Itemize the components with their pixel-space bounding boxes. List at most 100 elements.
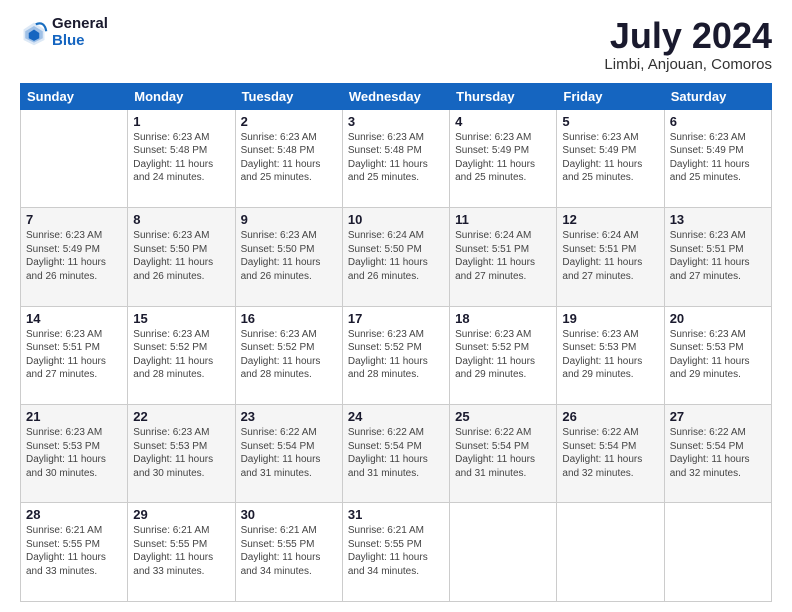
calendar-cell: 10Sunrise: 6:24 AM Sunset: 5:50 PM Dayli… bbox=[342, 208, 449, 306]
calendar-cell: 20Sunrise: 6:23 AM Sunset: 5:53 PM Dayli… bbox=[664, 306, 771, 404]
day-info: Sunrise: 6:23 AM Sunset: 5:51 PM Dayligh… bbox=[26, 328, 122, 382]
day-number: 15 bbox=[133, 311, 229, 326]
day-number: 5 bbox=[562, 114, 658, 129]
day-info: Sunrise: 6:24 AM Sunset: 5:50 PM Dayligh… bbox=[348, 229, 444, 283]
col-header-saturday: Saturday bbox=[664, 83, 771, 109]
calendar-cell: 6Sunrise: 6:23 AM Sunset: 5:49 PM Daylig… bbox=[664, 109, 771, 207]
day-number: 8 bbox=[133, 212, 229, 227]
calendar-cell: 24 Sunrise: 6:22 AM Sunset: 5:54 PM Dayli… bbox=[342, 405, 449, 503]
day-info: Sunrise: 6:23 AM Sunset: 5:53 PM Dayligh… bbox=[562, 328, 658, 382]
col-header-monday: Monday bbox=[128, 83, 235, 109]
calendar-cell: 8 Sunrise: 6:23 AM Sunset: 5:50 PM Daylig… bbox=[128, 208, 235, 306]
day-number: 19 bbox=[562, 311, 658, 326]
logo-general: General bbox=[52, 16, 108, 33]
day-number: 13 bbox=[670, 212, 766, 227]
day-number: 4 bbox=[455, 114, 551, 129]
calendar-cell bbox=[450, 503, 557, 602]
day-info: Sunrise: 6:23 AM Sunset: 5:48 PM Dayligh… bbox=[348, 131, 444, 185]
day-number: 3 bbox=[348, 114, 444, 129]
day-number: 17 bbox=[348, 311, 444, 326]
col-header-wednesday: Wednesday bbox=[342, 83, 449, 109]
calendar-week-2: 7 Sunrise: 6:23 AM Sunset: 5:49 PM Daylig… bbox=[21, 208, 772, 306]
logo-blue: Blue bbox=[52, 33, 108, 50]
calendar-cell: 25Sunrise: 6:22 AM Sunset: 5:54 PM Dayli… bbox=[450, 405, 557, 503]
calendar-cell: 18 Sunrise: 6:23 AM Sunset: 5:52 PM Dayli… bbox=[450, 306, 557, 404]
day-number: 1 bbox=[133, 114, 229, 129]
calendar-cell: 13 Sunrise: 6:23 AM Sunset: 5:51 PM Dayli… bbox=[664, 208, 771, 306]
header: General Blue July 2024 Limbi, Anjouan, C… bbox=[20, 16, 772, 73]
calendar-cell: 22 Sunrise: 6:23 AM Sunset: 5:53 PM Dayli… bbox=[128, 405, 235, 503]
calendar-cell: 19 Sunrise: 6:23 AM Sunset: 5:53 PM Dayli… bbox=[557, 306, 664, 404]
calendar-week-4: 21 Sunrise: 6:23 AM Sunset: 5:53 PM Dayli… bbox=[21, 405, 772, 503]
col-header-friday: Friday bbox=[557, 83, 664, 109]
day-info: Sunrise: 6:23 AM Sunset: 5:48 PM Dayligh… bbox=[133, 131, 229, 185]
day-number: 14 bbox=[26, 311, 122, 326]
day-number: 7 bbox=[26, 212, 122, 227]
calendar-cell: 2 Sunrise: 6:23 AM Sunset: 5:48 PM Daylig… bbox=[235, 109, 342, 207]
calendar-week-3: 14 Sunrise: 6:23 AM Sunset: 5:51 PM Dayli… bbox=[21, 306, 772, 404]
calendar-cell: 26Sunrise: 6:22 AM Sunset: 5:54 PM Dayli… bbox=[557, 405, 664, 503]
day-number: 28 bbox=[26, 507, 122, 522]
day-number: 6 bbox=[670, 114, 766, 129]
calendar-cell: 11Sunrise: 6:24 AM Sunset: 5:51 PM Dayli… bbox=[450, 208, 557, 306]
day-number: 21 bbox=[26, 409, 122, 424]
day-info: Sunrise: 6:23 AM Sunset: 5:51 PM Dayligh… bbox=[670, 229, 766, 283]
day-info: Sunrise: 6:22 AM Sunset: 5:54 PM Dayligh… bbox=[455, 426, 551, 480]
day-info: Sunrise: 6:22 AM Sunset: 5:54 PM Dayligh… bbox=[241, 426, 337, 480]
day-info: Sunrise: 6:23 AM Sunset: 5:50 PM Dayligh… bbox=[133, 229, 229, 283]
calendar-cell bbox=[664, 503, 771, 602]
calendar-cell: 15 Sunrise: 6:23 AM Sunset: 5:52 PM Dayli… bbox=[128, 306, 235, 404]
day-number: 29 bbox=[133, 507, 229, 522]
day-info: Sunrise: 6:23 AM Sunset: 5:50 PM Dayligh… bbox=[241, 229, 337, 283]
calendar-cell: 27Sunrise: 6:22 AM Sunset: 5:54 PM Dayli… bbox=[664, 405, 771, 503]
day-info: Sunrise: 6:21 AM Sunset: 5:55 PM Dayligh… bbox=[348, 524, 444, 578]
logo: General Blue bbox=[20, 16, 108, 49]
calendar-cell: 29Sunrise: 6:21 AM Sunset: 5:55 PM Dayli… bbox=[128, 503, 235, 602]
col-header-tuesday: Tuesday bbox=[235, 83, 342, 109]
calendar-cell: 28 Sunrise: 6:21 AM Sunset: 5:55 PM Dayli… bbox=[21, 503, 128, 602]
day-number: 20 bbox=[670, 311, 766, 326]
calendar-cell: 12 Sunrise: 6:24 AM Sunset: 5:51 PM Dayli… bbox=[557, 208, 664, 306]
day-info: Sunrise: 6:23 AM Sunset: 5:48 PM Dayligh… bbox=[241, 131, 337, 185]
calendar-cell: 31 Sunrise: 6:21 AM Sunset: 5:55 PM Dayli… bbox=[342, 503, 449, 602]
calendar-cell: 9 Sunrise: 6:23 AM Sunset: 5:50 PM Daylig… bbox=[235, 208, 342, 306]
day-info: Sunrise: 6:23 AM Sunset: 5:49 PM Dayligh… bbox=[26, 229, 122, 283]
calendar-header-row: SundayMondayTuesdayWednesdayThursdayFrid… bbox=[21, 83, 772, 109]
calendar-cell bbox=[557, 503, 664, 602]
day-info: Sunrise: 6:23 AM Sunset: 5:49 PM Dayligh… bbox=[455, 131, 551, 185]
day-info: Sunrise: 6:23 AM Sunset: 5:52 PM Dayligh… bbox=[455, 328, 551, 382]
day-number: 22 bbox=[133, 409, 229, 424]
calendar-cell: 5 Sunrise: 6:23 AM Sunset: 5:49 PM Daylig… bbox=[557, 109, 664, 207]
calendar-cell: 4 Sunrise: 6:23 AM Sunset: 5:49 PM Daylig… bbox=[450, 109, 557, 207]
general-blue-icon bbox=[20, 19, 48, 47]
calendar-cell: 30 Sunrise: 6:21 AM Sunset: 5:55 PM Dayli… bbox=[235, 503, 342, 602]
calendar-cell: 7 Sunrise: 6:23 AM Sunset: 5:49 PM Daylig… bbox=[21, 208, 128, 306]
day-info: Sunrise: 6:22 AM Sunset: 5:54 PM Dayligh… bbox=[348, 426, 444, 480]
title-block: July 2024 Limbi, Anjouan, Comoros bbox=[604, 16, 772, 73]
col-header-thursday: Thursday bbox=[450, 83, 557, 109]
day-info: Sunrise: 6:21 AM Sunset: 5:55 PM Dayligh… bbox=[26, 524, 122, 578]
col-header-sunday: Sunday bbox=[21, 83, 128, 109]
day-number: 24 bbox=[348, 409, 444, 424]
calendar-cell: 16Sunrise: 6:23 AM Sunset: 5:52 PM Dayli… bbox=[235, 306, 342, 404]
day-number: 30 bbox=[241, 507, 337, 522]
calendar-week-1: 1 Sunrise: 6:23 AM Sunset: 5:48 PM Daylig… bbox=[21, 109, 772, 207]
day-number: 23 bbox=[241, 409, 337, 424]
day-info: Sunrise: 6:23 AM Sunset: 5:49 PM Dayligh… bbox=[562, 131, 658, 185]
day-number: 12 bbox=[562, 212, 658, 227]
calendar-cell: 23 Sunrise: 6:22 AM Sunset: 5:54 PM Dayli… bbox=[235, 405, 342, 503]
day-number: 26 bbox=[562, 409, 658, 424]
day-info: Sunrise: 6:23 AM Sunset: 5:53 PM Dayligh… bbox=[133, 426, 229, 480]
day-info: Sunrise: 6:23 AM Sunset: 5:52 PM Dayligh… bbox=[241, 328, 337, 382]
day-number: 31 bbox=[348, 507, 444, 522]
location: Limbi, Anjouan, Comoros bbox=[604, 56, 772, 73]
day-number: 18 bbox=[455, 311, 551, 326]
day-number: 9 bbox=[241, 212, 337, 227]
calendar-cell: 1 Sunrise: 6:23 AM Sunset: 5:48 PM Daylig… bbox=[128, 109, 235, 207]
day-number: 2 bbox=[241, 114, 337, 129]
calendar-cell bbox=[21, 109, 128, 207]
day-info: Sunrise: 6:23 AM Sunset: 5:52 PM Dayligh… bbox=[133, 328, 229, 382]
day-info: Sunrise: 6:21 AM Sunset: 5:55 PM Dayligh… bbox=[241, 524, 337, 578]
calendar: SundayMondayTuesdayWednesdayThursdayFrid… bbox=[20, 83, 772, 602]
day-info: Sunrise: 6:24 AM Sunset: 5:51 PM Dayligh… bbox=[562, 229, 658, 283]
